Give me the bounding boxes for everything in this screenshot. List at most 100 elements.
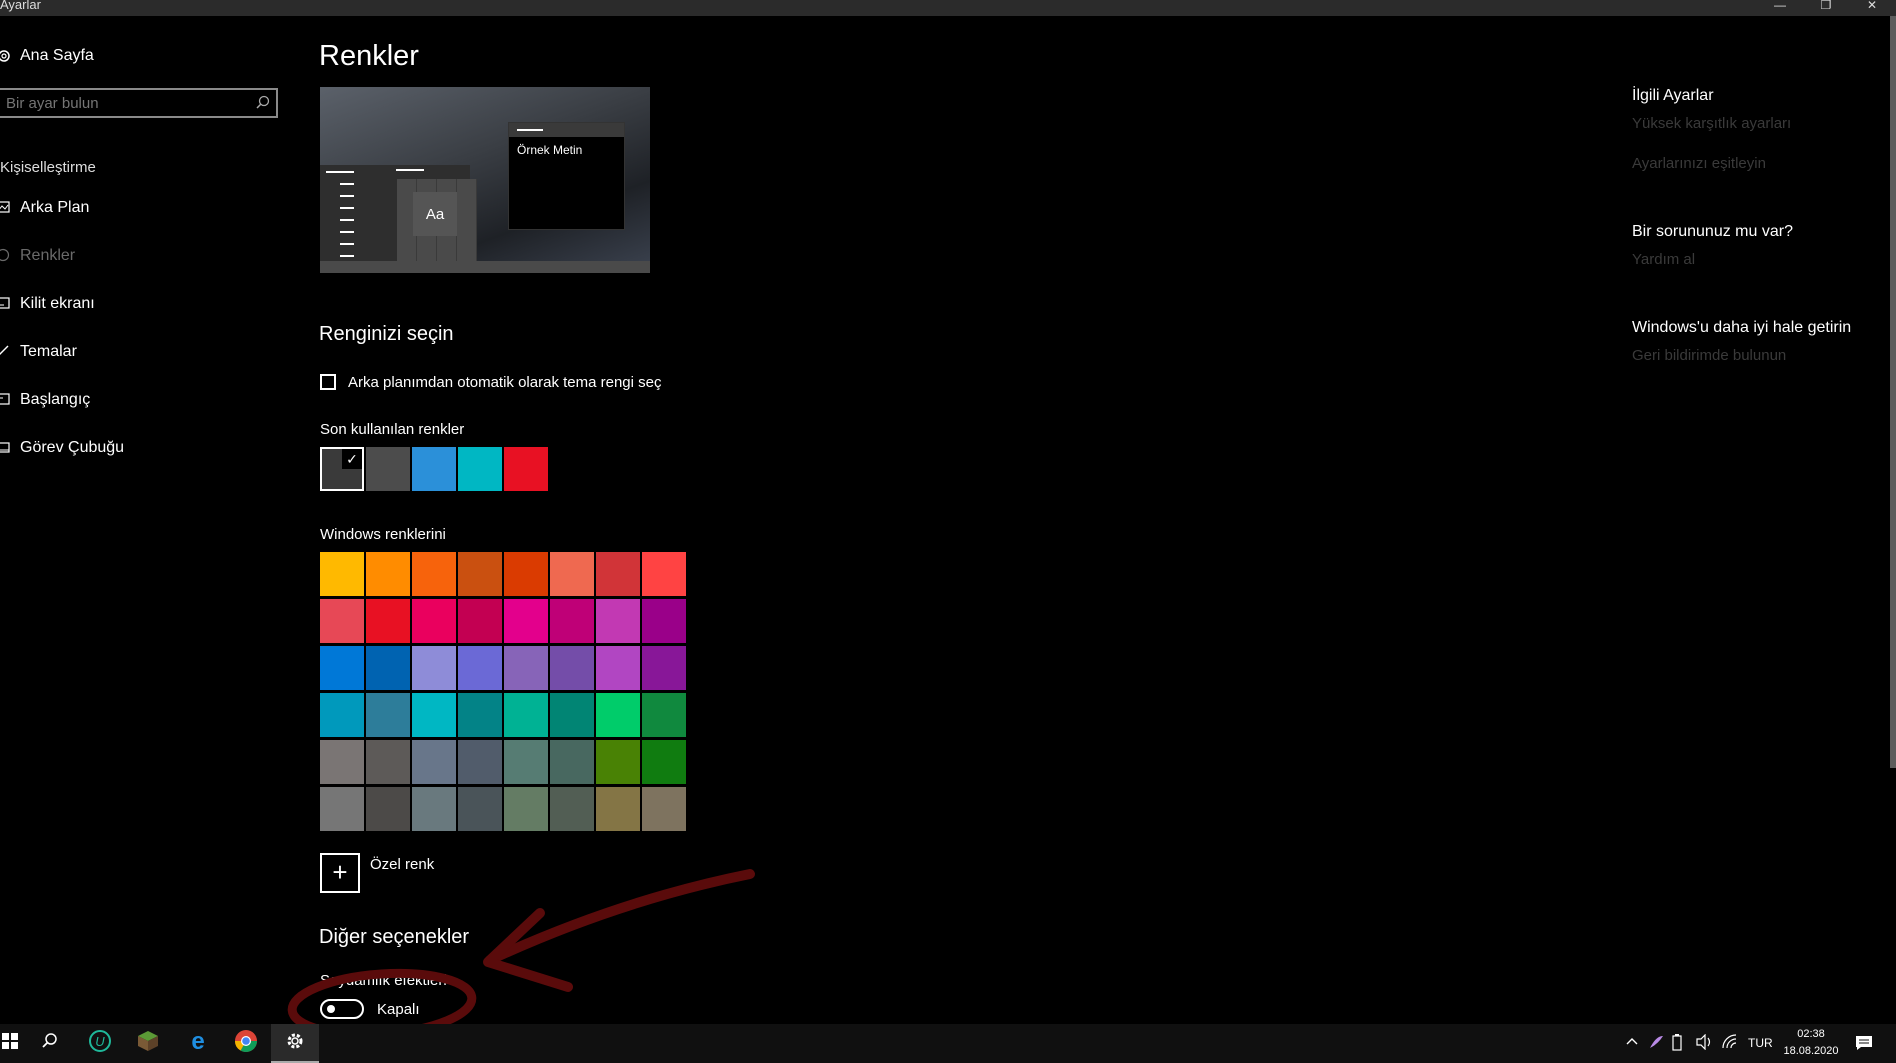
- page-title: Renkler: [319, 40, 419, 72]
- search-icon[interactable]: [256, 95, 270, 114]
- windows-color-swatch[interactable]: [642, 646, 686, 690]
- sidebar-item-lock-screen[interactable]: Kilit ekranı: [0, 290, 95, 318]
- windows-color-swatch[interactable]: [596, 552, 640, 596]
- high-contrast-link[interactable]: Yüksek karşıtlık ayarları: [1632, 115, 1791, 132]
- scrollbar[interactable]: [1890, 16, 1896, 768]
- chrome-button[interactable]: [222, 1024, 270, 1063]
- custom-color-label[interactable]: Özel renk: [370, 856, 434, 873]
- windows-color-swatch[interactable]: [596, 693, 640, 737]
- home-link[interactable]: Ana Sayfa: [0, 42, 94, 70]
- close-button[interactable]: ✕: [1862, 0, 1882, 14]
- windows-color-swatch[interactable]: [366, 552, 410, 596]
- recent-colors-label: Son kullanılan renkler: [320, 421, 465, 438]
- start-icon: [0, 392, 12, 408]
- windows-color-swatch[interactable]: [458, 552, 502, 596]
- windows-color-swatch[interactable]: [412, 646, 456, 690]
- windows-color-swatch[interactable]: [550, 740, 594, 784]
- feedback-link[interactable]: Geri bildirimde bulunun: [1632, 347, 1786, 364]
- recent-color-swatch[interactable]: [366, 447, 410, 491]
- windows-color-swatch[interactable]: [504, 552, 548, 596]
- language-indicator[interactable]: TUR: [1748, 1036, 1773, 1050]
- windows-color-swatch[interactable]: [458, 599, 502, 643]
- auto-color-label[interactable]: Arka planımdan otomatik olarak tema reng…: [348, 374, 661, 391]
- recent-color-swatch[interactable]: [504, 447, 548, 491]
- maximize-button[interactable]: ❐: [1816, 0, 1836, 14]
- network-icon[interactable]: [1722, 1034, 1738, 1053]
- feather-icon[interactable]: [1648, 1034, 1664, 1053]
- edge-button[interactable]: e: [174, 1024, 222, 1063]
- windows-color-swatch[interactable]: [550, 646, 594, 690]
- recent-color-swatch[interactable]: [412, 447, 456, 491]
- settings-taskbar-button[interactable]: [271, 1024, 319, 1063]
- sidebar-item-start[interactable]: Başlangıç: [0, 386, 90, 414]
- windows-color-swatch[interactable]: [504, 646, 548, 690]
- notification-icon[interactable]: [1855, 1034, 1873, 1055]
- windows-color-swatch[interactable]: [366, 693, 410, 737]
- windows-color-swatch[interactable]: [596, 646, 640, 690]
- windows-color-swatch[interactable]: [412, 552, 456, 596]
- windows-color-swatch[interactable]: [320, 599, 364, 643]
- get-help-link[interactable]: Yardım al: [1632, 251, 1695, 268]
- windows-color-swatch[interactable]: [458, 693, 502, 737]
- windows-color-swatch[interactable]: [642, 693, 686, 737]
- sidebar-item-colors[interactable]: Renkler: [0, 242, 75, 270]
- windows-color-swatch[interactable]: [550, 552, 594, 596]
- windows-color-swatch[interactable]: [596, 787, 640, 831]
- windows-color-swatch[interactable]: [504, 693, 548, 737]
- windows-color-swatch[interactable]: [642, 740, 686, 784]
- windows-color-swatch[interactable]: [366, 646, 410, 690]
- windows-color-swatch[interactable]: [366, 787, 410, 831]
- windows-color-swatch[interactable]: [596, 599, 640, 643]
- windows-color-swatch[interactable]: [366, 740, 410, 784]
- auto-color-checkbox[interactable]: [320, 374, 336, 390]
- windows-color-swatch[interactable]: [458, 787, 502, 831]
- windows-color-swatch[interactable]: [320, 646, 364, 690]
- windows-color-swatch[interactable]: [504, 740, 548, 784]
- windows-color-swatch[interactable]: [550, 599, 594, 643]
- windows-color-swatch[interactable]: [412, 693, 456, 737]
- windows-color-swatch[interactable]: [412, 740, 456, 784]
- palette-icon: [0, 248, 12, 264]
- windows-color-swatch[interactable]: [320, 740, 364, 784]
- windows-color-swatch[interactable]: [458, 740, 502, 784]
- battery-icon[interactable]: [1672, 1033, 1682, 1054]
- search-input[interactable]: [4, 94, 248, 113]
- clock[interactable]: 02:38 18.08.2020: [1782, 1026, 1840, 1060]
- app-u-button[interactable]: U: [76, 1024, 124, 1063]
- windows-color-swatch[interactable]: [550, 693, 594, 737]
- chevron-up-icon[interactable]: [1625, 1034, 1639, 1051]
- windows-color-swatch[interactable]: [504, 787, 548, 831]
- windows-color-swatch[interactable]: [642, 787, 686, 831]
- sidebar-item-themes[interactable]: Temalar: [0, 338, 77, 366]
- windows-color-swatch[interactable]: [642, 552, 686, 596]
- windows-color-swatch[interactable]: [412, 599, 456, 643]
- volume-icon[interactable]: [1696, 1033, 1714, 1053]
- add-custom-color-button[interactable]: +: [320, 853, 360, 893]
- windows-color-swatch[interactable]: [412, 787, 456, 831]
- taskbar-icon: [0, 440, 12, 456]
- minimize-button[interactable]: —: [1770, 0, 1790, 14]
- windows-color-swatch[interactable]: [320, 552, 364, 596]
- transparency-toggle[interactable]: [320, 999, 364, 1019]
- minecraft-button[interactable]: [124, 1024, 172, 1063]
- title-bar: Ayarlar — ❐ ✕: [0, 0, 1896, 16]
- windows-color-swatch[interactable]: [550, 787, 594, 831]
- recent-color-swatch-selected[interactable]: ✓: [320, 447, 364, 491]
- search-box[interactable]: [0, 88, 278, 118]
- windows-color-swatch[interactable]: [458, 646, 502, 690]
- annotation-arrow-shaft: [485, 869, 755, 965]
- windows-color-swatch[interactable]: [320, 787, 364, 831]
- recent-color-swatch[interactable]: [458, 447, 502, 491]
- search-taskbar-button[interactable]: [26, 1024, 74, 1063]
- u-app-icon: U: [88, 1029, 112, 1058]
- sidebar-item-taskbar[interactable]: Görev Çubuğu: [0, 434, 124, 462]
- preview-window: Örnek Metin: [508, 122, 625, 230]
- windows-color-swatch[interactable]: [504, 599, 548, 643]
- sync-settings-link[interactable]: Ayarlarınızı eşitleyin: [1632, 155, 1766, 172]
- transparency-state: Kapalı: [377, 1001, 420, 1018]
- windows-color-swatch[interactable]: [596, 740, 640, 784]
- windows-color-swatch[interactable]: [642, 599, 686, 643]
- windows-color-swatch[interactable]: [320, 693, 364, 737]
- sidebar-item-background[interactable]: Arka Plan: [0, 194, 89, 222]
- windows-color-swatch[interactable]: [366, 599, 410, 643]
